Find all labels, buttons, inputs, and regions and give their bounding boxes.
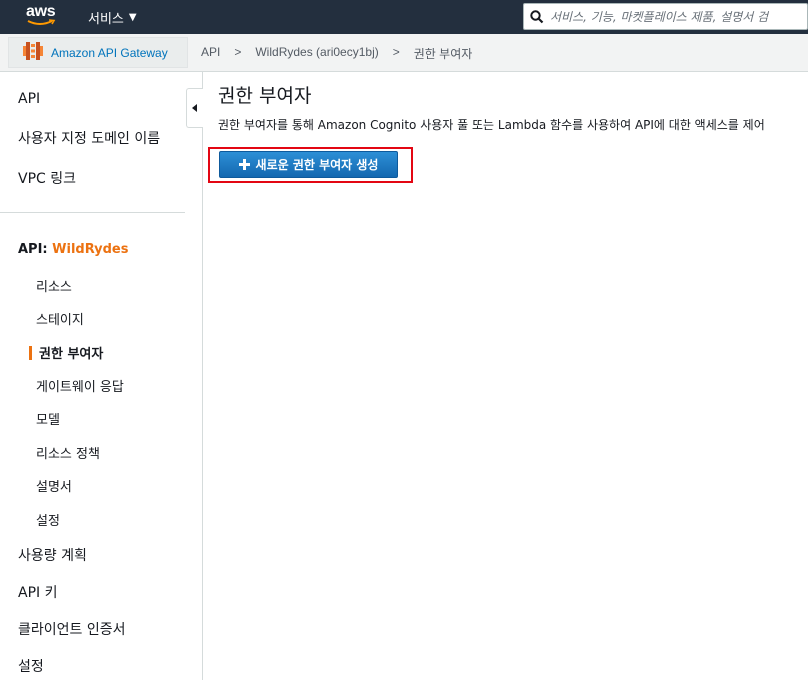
search-icon bbox=[524, 9, 550, 24]
active-indicator bbox=[29, 345, 32, 360]
search-input[interactable] bbox=[550, 9, 807, 24]
sidebar: API 사용자 지정 도메인 이름 VPC 링크 API: WildRydes … bbox=[0, 72, 203, 680]
sidebar-item-authorizers[interactable]: 권한 부여자 bbox=[29, 343, 103, 362]
breadcrumb-authorizers: 권한 부여자 bbox=[413, 47, 473, 61]
caret-down-icon: ▼ bbox=[128, 12, 137, 23]
sidebar-item-label: 권한 부여자 bbox=[39, 347, 104, 362]
sidebar-api-title: API: WildRydes bbox=[18, 242, 128, 257]
create-authorizer-button[interactable]: 새로운 권한 부여자 생성 bbox=[219, 151, 398, 178]
api-gateway-icon bbox=[23, 41, 43, 65]
plus-icon bbox=[238, 159, 250, 170]
services-menu[interactable]: 서비스 ▼ bbox=[88, 8, 137, 27]
top-nav: aws 서비스 ▼ bbox=[0, 0, 808, 34]
breadcrumb-separator: > bbox=[234, 45, 242, 59]
breadcrumb-separator: > bbox=[392, 45, 400, 59]
breadcrumb-api[interactable]: API bbox=[201, 45, 220, 62]
sidebar-item-resources[interactable]: 리소스 bbox=[36, 276, 72, 295]
sidebar-item-api-settings[interactable]: 설정 bbox=[36, 510, 60, 529]
sidebar-item-stages[interactable]: 스테이지 bbox=[36, 309, 84, 328]
sidebar-divider bbox=[0, 212, 185, 213]
breadcrumb-wildrydes[interactable]: WildRydes (ari0ecy1bj) bbox=[255, 45, 378, 62]
page-title: 권한 부여자 bbox=[218, 85, 312, 107]
sidebar-item-usage-plans[interactable]: 사용량 계획 bbox=[18, 545, 87, 565]
aws-smile-icon bbox=[27, 19, 56, 25]
sidebar-item-api[interactable]: API bbox=[18, 91, 40, 107]
page-description: 권한 부여자를 통해 Amazon Cognito 사용자 풀 또는 Lambd… bbox=[218, 118, 765, 132]
sidebar-item-models[interactable]: 모델 bbox=[36, 409, 60, 428]
sidebar-item-settings[interactable]: 설정 bbox=[18, 656, 44, 676]
breadcrumb-bar: Amazon API Gateway API > WildRydes (ari0… bbox=[0, 34, 808, 72]
api-prefix: API: bbox=[18, 242, 53, 257]
sidebar-item-api-keys[interactable]: API 키 bbox=[18, 582, 57, 602]
sidebar-item-vpc-links[interactable]: VPC 링크 bbox=[18, 168, 76, 188]
sidebar-item-resource-policy[interactable]: 리소스 정책 bbox=[36, 443, 100, 462]
sidebar-item-custom-domain[interactable]: 사용자 지정 도메인 이름 bbox=[18, 128, 160, 148]
search-box[interactable] bbox=[523, 3, 808, 30]
services-label: 서비스 bbox=[88, 12, 124, 27]
create-authorizer-label: 새로운 권한 부여자 생성 bbox=[255, 158, 379, 172]
sidebar-item-client-certificates[interactable]: 클라이언트 인증서 bbox=[18, 619, 126, 639]
service-home-link[interactable]: Amazon API Gateway bbox=[8, 37, 188, 68]
caret-left-icon bbox=[192, 104, 197, 112]
sidebar-item-gateway-responses[interactable]: 게이트웨이 응답 bbox=[36, 376, 124, 395]
aws-logo[interactable]: aws bbox=[26, 3, 60, 29]
breadcrumb: API > WildRydes (ari0ecy1bj) > 권한 부여자 bbox=[201, 45, 472, 62]
sidebar-collapse-button[interactable] bbox=[186, 88, 203, 128]
service-name: Amazon API Gateway bbox=[51, 45, 168, 60]
sidebar-item-documentation[interactable]: 설명서 bbox=[36, 476, 72, 495]
api-name: WildRydes bbox=[52, 242, 129, 257]
